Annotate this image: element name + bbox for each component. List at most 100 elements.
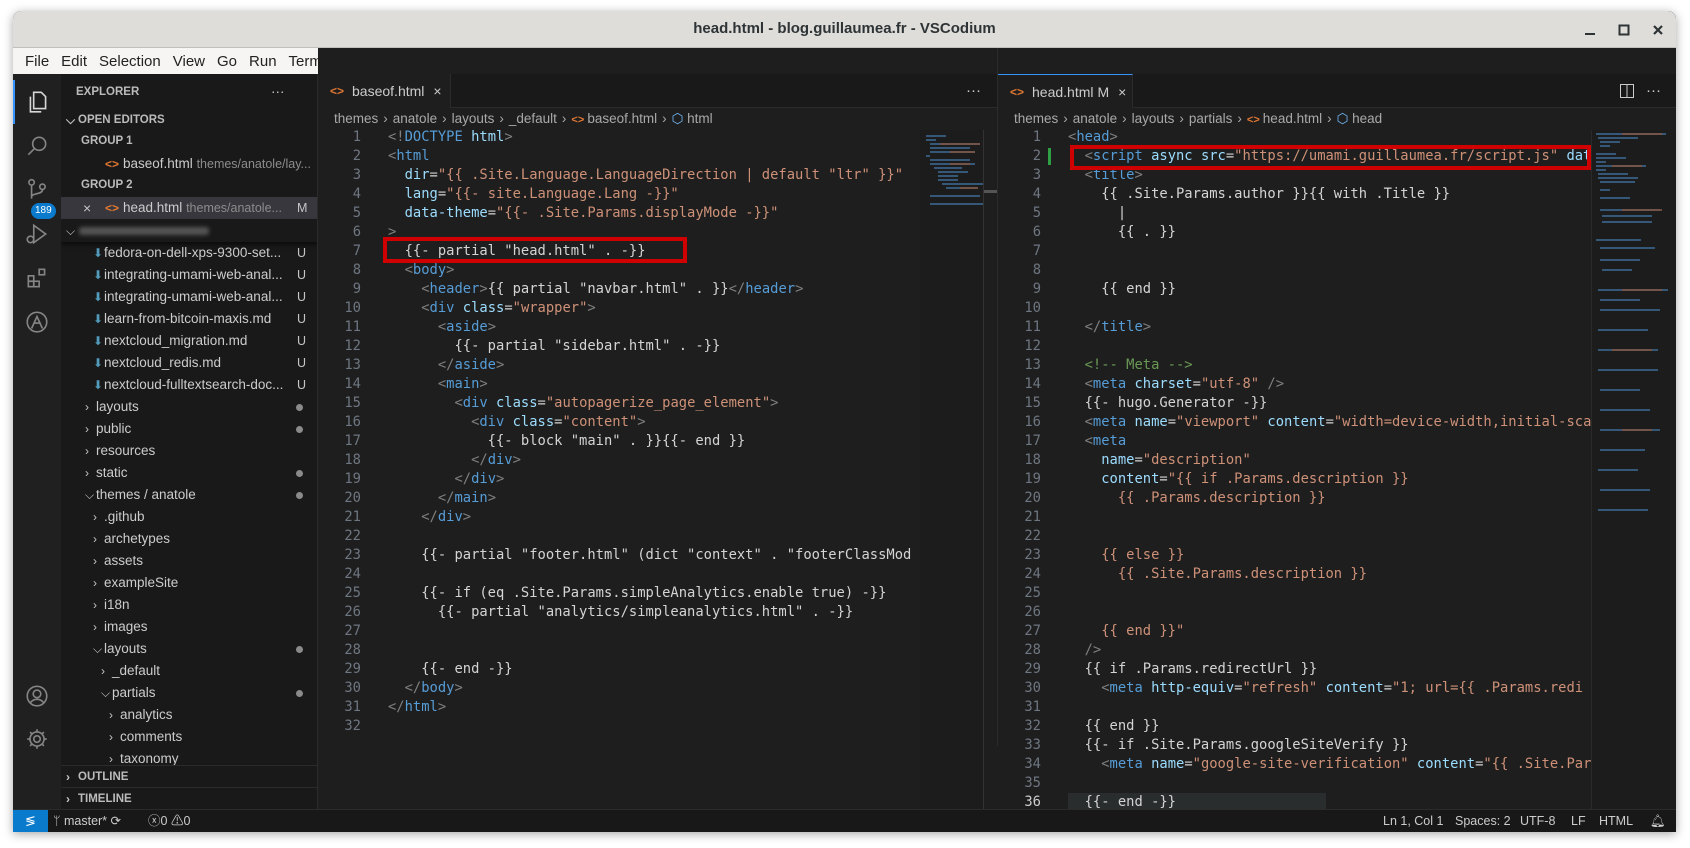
code-line[interactable]: 12 <box>998 337 1676 356</box>
code-line[interactable]: 27 {{ end }}" <box>998 622 1676 641</box>
code-editor[interactable]: 1 <!DOCTYPE html> 2 <html 3 dir="{{ .Site.La… <box>318 128 997 809</box>
code-line[interactable]: 36 {{- end -}} <box>998 793 1676 809</box>
folder-item[interactable]: › .github <box>61 506 317 528</box>
code-line[interactable]: 3 <title> <box>998 166 1676 185</box>
code-line[interactable]: 10 <div class="wrapper"> <box>318 299 997 318</box>
code-line[interactable]: 13 <!-- Meta --> <box>998 356 1676 375</box>
code-line[interactable]: 25 {{- if (eq .Site.Params.simpleAnalyti… <box>318 584 997 603</box>
code-line[interactable]: 30 </body> <box>318 679 997 698</box>
folder-item[interactable]: › layouts <box>61 396 317 418</box>
code-line[interactable]: 9 {{ end }} <box>998 280 1676 299</box>
folder-item[interactable]: › public <box>61 418 317 440</box>
code-line[interactable]: 29 {{ if .Params.redirectUrl }} <box>998 660 1676 679</box>
code-line[interactable]: 24 {{ .Site.Params.description }} <box>998 565 1676 584</box>
arch-button[interactable] <box>13 300 61 344</box>
breadcrumb-item[interactable]: _default <box>509 111 557 126</box>
end-of-line[interactable]: LF <box>1571 810 1586 832</box>
code-line[interactable]: 15 {{- hugo.Generator -}} <box>998 394 1676 413</box>
manage-button[interactable] <box>13 717 61 761</box>
minimap[interactable] <box>920 130 987 809</box>
code-line[interactable]: 30 <meta http-equiv="refresh" content="1… <box>998 679 1676 698</box>
menu-run[interactable]: Run <box>243 53 283 70</box>
code-line[interactable]: 23 {{ else }} <box>998 546 1676 565</box>
accounts-button[interactable] <box>13 674 61 718</box>
branch-button[interactable]: ᛘ master* ⟳ <box>53 810 121 832</box>
code-line[interactable]: 31 </html> <box>318 698 997 717</box>
notifications-button[interactable]: 🔔︎ <box>1650 810 1666 832</box>
file-item[interactable]: ⬇ learn-from-bitcoin-maxis.md U <box>61 308 317 330</box>
code-line[interactable]: 12 {{- partial "sidebar.html" . -}} <box>318 337 997 356</box>
code-line[interactable]: 7 <box>998 242 1676 261</box>
code-line[interactable]: 32 {{ end }} <box>998 717 1676 736</box>
remote-button[interactable]: ≶ <box>13 810 48 832</box>
editor-more-actions-button[interactable]: ··· <box>966 74 981 108</box>
tab-close-button[interactable]: × <box>433 83 441 99</box>
code-line[interactable]: 26 {{- partial "analytics/simpleanalytic… <box>318 603 997 622</box>
open-editor-baseof[interactable]: <> baseof.html themes/anatole/lay... <box>61 153 317 175</box>
code-line[interactable]: 19 </div> <box>318 470 997 489</box>
split-editor-button[interactable] <box>1620 74 1634 108</box>
explorer-button[interactable] <box>13 80 61 124</box>
code-line[interactable]: 35 <box>998 774 1676 793</box>
breadcrumb-item[interactable]: layouts <box>1132 111 1175 126</box>
workspace-folder-header[interactable]: ⌵ <box>61 220 317 242</box>
breadcrumb-item[interactable]: baseof.html <box>587 111 657 126</box>
extensions-button[interactable] <box>13 256 61 300</box>
code-line[interactable]: 11 <aside> <box>318 318 997 337</box>
explorer-more-button[interactable]: ··· <box>271 81 301 103</box>
timeline-section[interactable]: › TIMELINE <box>61 787 317 809</box>
folder-item[interactable]: › i18n <box>61 594 317 616</box>
breadcrumb-item[interactable]: head.html <box>1263 111 1322 126</box>
close-icon[interactable]: × <box>83 197 91 219</box>
code-line[interactable]: 27 <box>318 622 997 641</box>
code-line[interactable]: 11 </title> <box>998 318 1676 337</box>
code-line[interactable]: 8 <body> <box>318 261 997 280</box>
breadcrumb-item[interactable]: head <box>1352 111 1382 126</box>
code-line[interactable]: 22 <box>318 527 997 546</box>
code-line[interactable]: 14 <main> <box>318 375 997 394</box>
minimap[interactable] <box>1591 130 1676 809</box>
code-line[interactable]: 18 </div> <box>318 451 997 470</box>
vertical-scrollbar[interactable] <box>983 130 998 809</box>
code-line[interactable]: 16 <meta name="viewport" content="width=… <box>998 413 1676 432</box>
code-line[interactable]: 1 <!DOCTYPE html> <box>318 128 997 147</box>
code-line[interactable]: 3 dir="{{ .Site.Language.LanguageDirecti… <box>318 166 997 185</box>
code-line[interactable]: 10 <box>998 299 1676 318</box>
file-item[interactable]: ⬇ nextcloud_redis.md U <box>61 352 317 374</box>
code-line[interactable]: 33 {{- if .Site.Params.googleSiteVerify … <box>998 736 1676 755</box>
indentation[interactable]: Spaces: 2 <box>1455 810 1511 832</box>
code-line[interactable]: 9 <header>{{ partial "navbar.html" . }}<… <box>318 280 997 299</box>
code-line[interactable]: 28 <box>318 641 997 660</box>
folder-item[interactable]: › images <box>61 616 317 638</box>
code-line[interactable]: 21 </div> <box>318 508 997 527</box>
breadcrumb-item[interactable]: layouts <box>452 111 495 126</box>
editor-more-actions-button[interactable]: ··· <box>1646 74 1661 108</box>
code-line[interactable]: 2 <html <box>318 147 997 166</box>
outline-section[interactable]: › OUTLINE <box>61 765 317 787</box>
encoding[interactable]: UTF-8 <box>1520 810 1555 832</box>
folder-item[interactable]: › _default <box>61 660 317 682</box>
code-line[interactable]: 5 data-theme="{{- .Site.Params.displayMo… <box>318 204 997 223</box>
folder-item[interactable]: › assets <box>61 550 317 572</box>
code-line[interactable]: 19 content="{{ if .Params.description }} <box>998 470 1676 489</box>
breadcrumb-item[interactable]: anatole <box>393 111 437 126</box>
language-mode[interactable]: HTML <box>1599 810 1633 832</box>
folder-item[interactable]: ⌵ partials <box>61 682 317 704</box>
folder-item[interactable]: › resources <box>61 440 317 462</box>
code-line[interactable]: 6 > <box>318 223 997 242</box>
menu-edit[interactable]: Edit <box>55 53 93 70</box>
code-line[interactable]: 32 <box>318 717 997 736</box>
code-line[interactable]: 13 </aside> <box>318 356 997 375</box>
open-editors-header[interactable]: ⌵ OPEN EDITORS <box>61 109 317 131</box>
file-item[interactable]: ⬇ fedora-on-dell-xps-9300-set... U <box>61 242 317 264</box>
code-line[interactable]: 14 <meta charset="utf-8" /> <box>998 375 1676 394</box>
cursor-position[interactable]: Ln 1, Col 1 <box>1383 810 1443 832</box>
code-line[interactable]: 22 <box>998 527 1676 546</box>
code-line[interactable]: 34 <meta name="google-site-verification"… <box>998 755 1676 774</box>
breadcrumb-item[interactable]: html <box>687 111 713 126</box>
code-line[interactable]: 17 <meta <box>998 432 1676 451</box>
folder-item[interactable]: › archetypes <box>61 528 317 550</box>
problems-button[interactable]: ⓧ0 ⚠0 <box>148 810 190 832</box>
file-item[interactable]: ⬇ integrating-umami-web-anal... U <box>61 286 317 308</box>
code-line[interactable]: 23 {{- partial "footer.html" (dict "cont… <box>318 546 997 565</box>
